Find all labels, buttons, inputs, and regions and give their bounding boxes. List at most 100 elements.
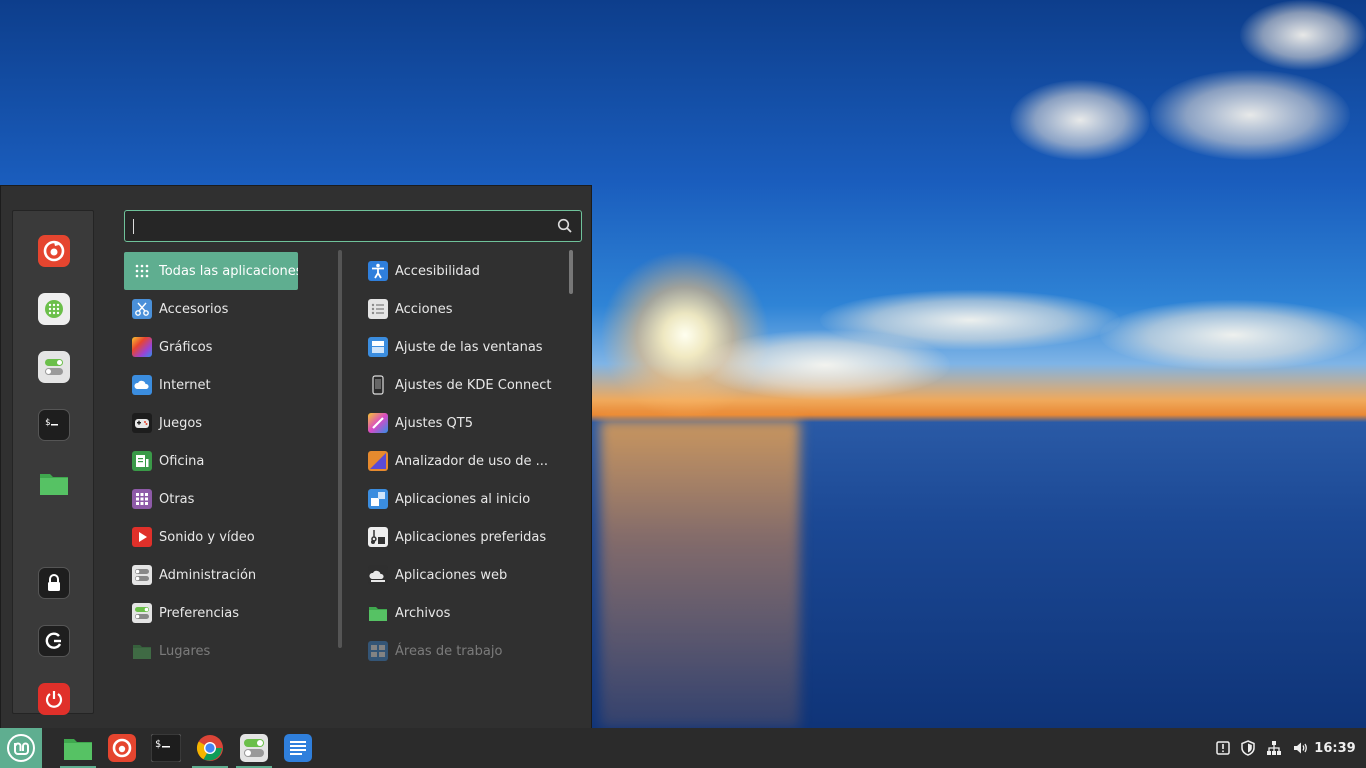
category-label: Gráficos xyxy=(159,339,213,355)
linux-mint-icon xyxy=(7,734,35,762)
app-item[interactable]: Analizador de uso de ... xyxy=(360,442,565,480)
tray-update[interactable] xyxy=(1212,728,1234,768)
app-item[interactable]: Aplicaciones preferidas xyxy=(360,518,565,556)
disk-usage-icon xyxy=(368,451,388,471)
chrome-icon xyxy=(196,735,223,761)
cloud xyxy=(1100,300,1366,370)
category-accessories[interactable]: Accesorios xyxy=(124,290,330,328)
startup-icon xyxy=(368,489,388,509)
category-administration[interactable]: Administración xyxy=(124,556,330,594)
app-label: Analizador de uso de ... xyxy=(395,453,549,469)
taskbar-settings[interactable] xyxy=(234,728,274,768)
category-other[interactable]: Otras xyxy=(124,480,330,518)
tray-volume[interactable] xyxy=(1289,728,1311,768)
svg-text:$: $ xyxy=(155,739,161,750)
app-label: Ajuste de las ventanas xyxy=(395,339,543,355)
menu-button[interactable] xyxy=(0,728,42,768)
category-sound-video[interactable]: Sonido y vídeo xyxy=(124,518,330,556)
accessibility-icon xyxy=(368,261,388,281)
app-item[interactable]: Accesibilidad xyxy=(360,252,565,290)
favorite-firefox[interactable] xyxy=(38,235,70,267)
folder-icon xyxy=(40,474,68,495)
tray-network[interactable] xyxy=(1263,728,1285,768)
tray-shield[interactable] xyxy=(1237,728,1259,768)
app-item[interactable]: Ajustes QT5 xyxy=(360,404,565,442)
app-item[interactable]: Ajuste de las ventanas xyxy=(360,328,565,366)
taskbar-firefox[interactable] xyxy=(102,728,142,768)
power-icon xyxy=(45,691,63,708)
category-graphics[interactable]: Gráficos xyxy=(124,328,330,366)
favorite-logout[interactable] xyxy=(38,625,70,657)
folder-icon xyxy=(133,645,151,659)
favorite-shutdown[interactable] xyxy=(38,683,70,715)
shield-icon xyxy=(1241,740,1255,756)
app-label: Ajustes de KDE Connect xyxy=(395,377,552,393)
category-places[interactable]: Lugares xyxy=(124,632,330,670)
firefox-icon xyxy=(43,240,65,262)
web-apps-icon xyxy=(368,565,388,585)
graphics-icon xyxy=(132,337,152,357)
app-item[interactable]: Archivos xyxy=(360,594,565,632)
category-label: Oficina xyxy=(159,453,205,469)
favorite-settings[interactable] xyxy=(38,351,70,383)
app-label: Accesibilidad xyxy=(395,263,480,279)
svg-text:$: $ xyxy=(45,418,50,428)
category-label: Sonido y vídeo xyxy=(159,529,255,545)
search-icon[interactable] xyxy=(557,218,573,234)
cloud xyxy=(1150,70,1350,160)
category-office[interactable]: Oficina xyxy=(124,442,330,480)
folder-icon xyxy=(369,607,387,621)
category-label: Preferencias xyxy=(159,605,240,621)
phone-icon xyxy=(372,375,384,395)
text-editor-icon xyxy=(284,734,312,762)
taskbar-text-editor[interactable] xyxy=(278,728,318,768)
preferred-apps-icon xyxy=(368,527,388,547)
settings-toggle-icon xyxy=(240,734,268,762)
application-scrollbar[interactable] xyxy=(569,250,573,294)
category-preferences[interactable]: Preferencias xyxy=(124,594,330,632)
category-scrollbar[interactable] xyxy=(338,250,342,648)
window-icon xyxy=(368,337,388,357)
apps-grid-icon xyxy=(132,489,152,509)
category-label: Administración xyxy=(159,567,257,583)
brush-icon xyxy=(368,413,388,433)
category-label: Internet xyxy=(159,377,211,393)
favorite-files[interactable] xyxy=(38,467,70,499)
clock[interactable]: 16:39 xyxy=(1310,728,1360,768)
folder-icon xyxy=(64,739,92,760)
app-item[interactable]: Acciones xyxy=(360,290,565,328)
taskbar-chrome[interactable] xyxy=(190,728,230,768)
app-item[interactable]: Aplicaciones al inicio xyxy=(360,480,565,518)
sun-reflection xyxy=(600,420,800,728)
category-internet[interactable]: Internet xyxy=(124,366,330,404)
office-icon xyxy=(132,451,152,471)
favorite-lock-screen[interactable] xyxy=(38,567,70,599)
firefox-icon xyxy=(108,734,136,762)
search-box[interactable] xyxy=(124,210,582,242)
category-games[interactable]: Juegos xyxy=(124,404,330,442)
terminal-icon: $ xyxy=(151,734,181,762)
update-icon xyxy=(1216,741,1230,755)
app-label: Archivos xyxy=(395,605,451,621)
app-label: Aplicaciones web xyxy=(395,567,508,583)
favorite-terminal[interactable]: $ xyxy=(38,409,70,441)
favorites-sidebar: $ xyxy=(12,210,94,715)
app-label: Aplicaciones al inicio xyxy=(395,491,531,507)
application-menu: $ Todas las aplicaciones Accesorios Gráf… xyxy=(0,185,592,728)
category-label: Otras xyxy=(159,491,195,507)
search-input[interactable] xyxy=(136,218,557,234)
taskbar-terminal[interactable]: $ xyxy=(146,728,186,768)
taskbar-files[interactable] xyxy=(58,728,98,768)
app-label: Áreas de trabajo xyxy=(395,643,503,659)
grid-icon xyxy=(135,264,149,278)
taskbar: $ 16:39 xyxy=(0,728,1366,768)
app-item[interactable]: Ajustes de KDE Connect xyxy=(360,366,565,404)
app-item[interactable]: Áreas de trabajo xyxy=(360,632,565,670)
favorite-software-manager[interactable] xyxy=(38,293,70,325)
category-label: Lugares xyxy=(159,643,211,659)
category-label: Todas las aplicaciones xyxy=(159,263,298,279)
app-item[interactable]: Aplicaciones web xyxy=(360,556,565,594)
admin-toggle-icon xyxy=(132,565,152,585)
category-all-applications[interactable]: Todas las aplicaciones xyxy=(124,252,298,290)
terminal-icon: $ xyxy=(45,418,58,428)
